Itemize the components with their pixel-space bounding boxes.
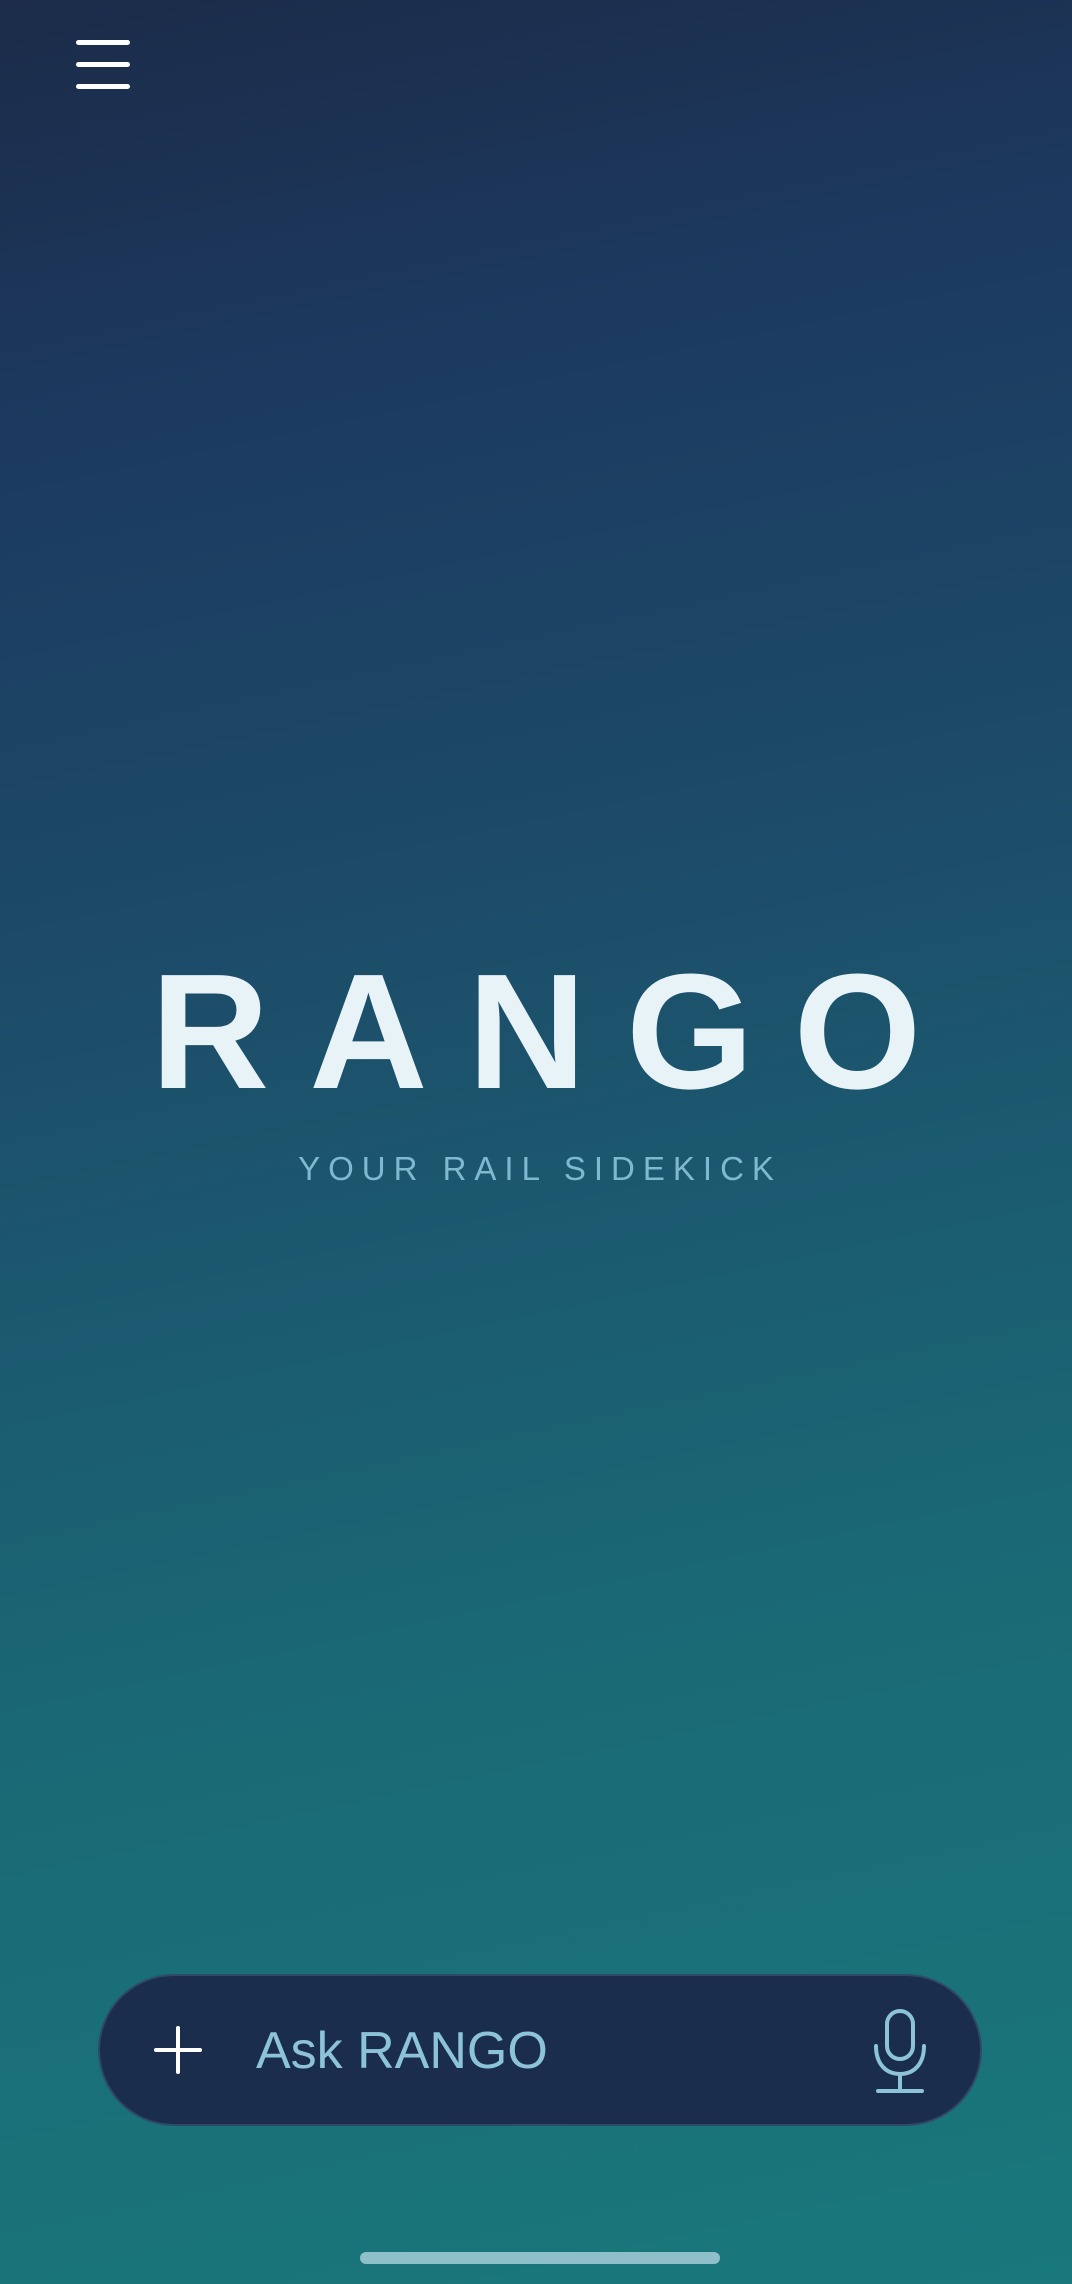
app-tagline: YOUR RAIL SIDEKICK (298, 1150, 782, 1187)
menu-button[interactable] (68, 34, 136, 94)
hamburger-menu-icon (76, 39, 130, 45)
ask-input[interactable] (256, 2016, 816, 2086)
home-indicator[interactable] (360, 2252, 720, 2264)
hamburger-menu-icon-bar (76, 61, 130, 67)
hamburger-menu-icon-bar (76, 83, 130, 89)
microphone-icon (874, 2009, 926, 2093)
microphone-button[interactable] (870, 2008, 930, 2096)
plus-icon (154, 2026, 202, 2074)
brand: RANGO YOUR RAIL SIDEKICK (0, 940, 1072, 1187)
add-button[interactable] (150, 2022, 206, 2078)
app-title: RANGO (150, 940, 962, 1123)
ask-bar (98, 1974, 982, 2126)
